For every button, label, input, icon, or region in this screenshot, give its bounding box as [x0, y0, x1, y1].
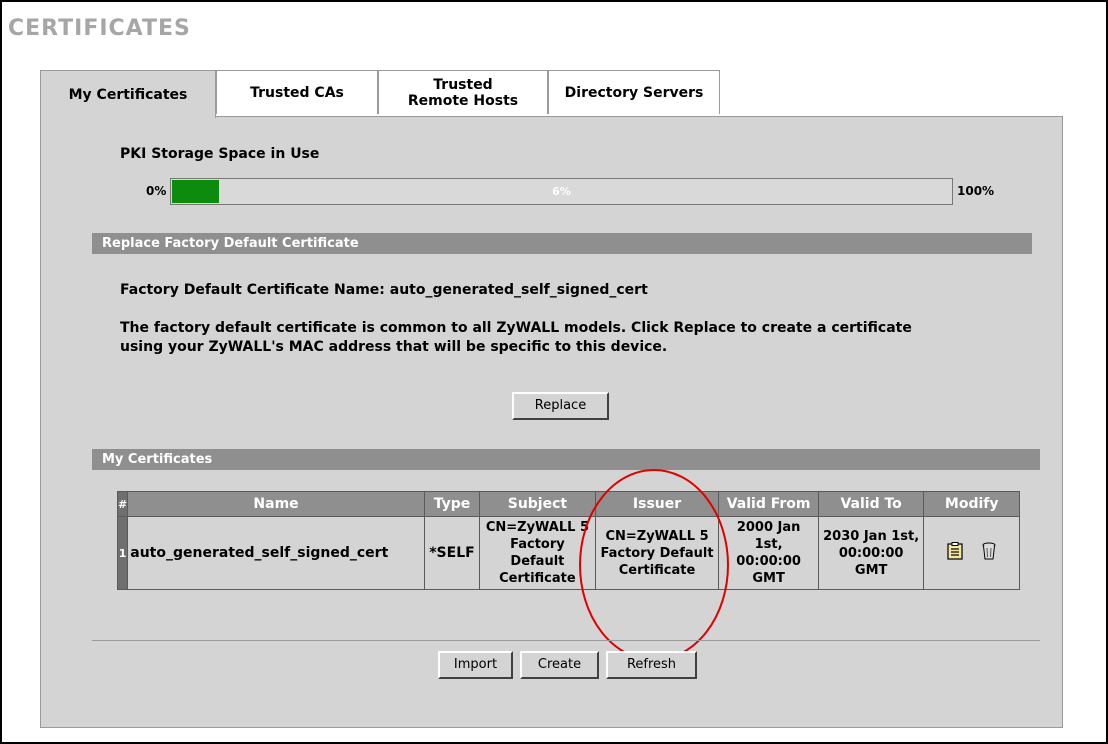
table-row: 1 auto_generated_self_signed_cert *SELF … — [116, 516, 1020, 590]
storage-min-label: 0% — [146, 184, 167, 198]
main-panel — [40, 116, 1063, 728]
replace-description-line2: using your ZyWALL's MAC address that wil… — [120, 339, 668, 355]
tab-trusted-remote-hosts[interactable]: Trusted Remote Hosts — [378, 70, 548, 114]
cert-type-cell: *SELF — [423, 516, 481, 590]
cert-modify-cell — [923, 516, 1020, 590]
tab-directory-servers[interactable]: Directory Servers — [548, 70, 720, 114]
replace-section-header: Replace Factory Default Certificate — [92, 233, 1032, 254]
page-title: CERTIFICATES — [8, 16, 191, 41]
replace-button[interactable]: Replace — [512, 392, 609, 420]
tab-my-certificates[interactable]: My Certificates — [40, 70, 216, 118]
storage-progress-bar: 6% — [170, 178, 953, 205]
column-header-modify: Modify — [923, 491, 1020, 517]
column-header-name: Name — [127, 491, 425, 517]
import-button[interactable]: Import — [438, 651, 513, 679]
cert-valid-from-cell: 2000 Jan 1st, 00:00:00 GMT — [718, 516, 819, 590]
annotation-circle — [579, 469, 729, 661]
refresh-button[interactable]: Refresh — [606, 651, 697, 679]
column-header-valid-from: Valid From — [718, 491, 819, 517]
table-header-row: # Name Type Subject Issuer Valid From Va… — [116, 491, 1020, 517]
column-header-valid-to: Valid To — [817, 491, 925, 517]
storage-max-label: 100% — [957, 184, 995, 198]
create-button[interactable]: Create — [520, 651, 599, 679]
section-divider — [92, 640, 1040, 641]
column-header-index: # — [116, 491, 129, 517]
delete-icon[interactable] — [982, 542, 996, 565]
my-certificates-section-header: My Certificates — [92, 449, 1040, 470]
row-index: 1 — [116, 516, 129, 590]
cert-name-cell: auto_generated_self_signed_cert — [127, 516, 425, 590]
replace-description-line1: The factory default certificate is commo… — [120, 320, 912, 336]
edit-icon[interactable] — [947, 541, 964, 565]
certificates-table: # Name Type Subject Issuer Valid From Va… — [116, 491, 1020, 590]
factory-cert-name: Factory Default Certificate Name: auto_g… — [120, 282, 648, 298]
storage-percent-label: 6% — [552, 185, 571, 198]
pki-storage-label: PKI Storage Space in Use — [120, 146, 320, 162]
cert-valid-to-cell: 2030 Jan 1st, 00:00:00 GMT — [817, 516, 925, 590]
tab-trusted-cas[interactable]: Trusted CAs — [216, 70, 378, 114]
tab-trusted-remote-hosts-label: Trusted Remote Hosts — [407, 76, 519, 109]
column-header-type: Type — [423, 491, 481, 517]
